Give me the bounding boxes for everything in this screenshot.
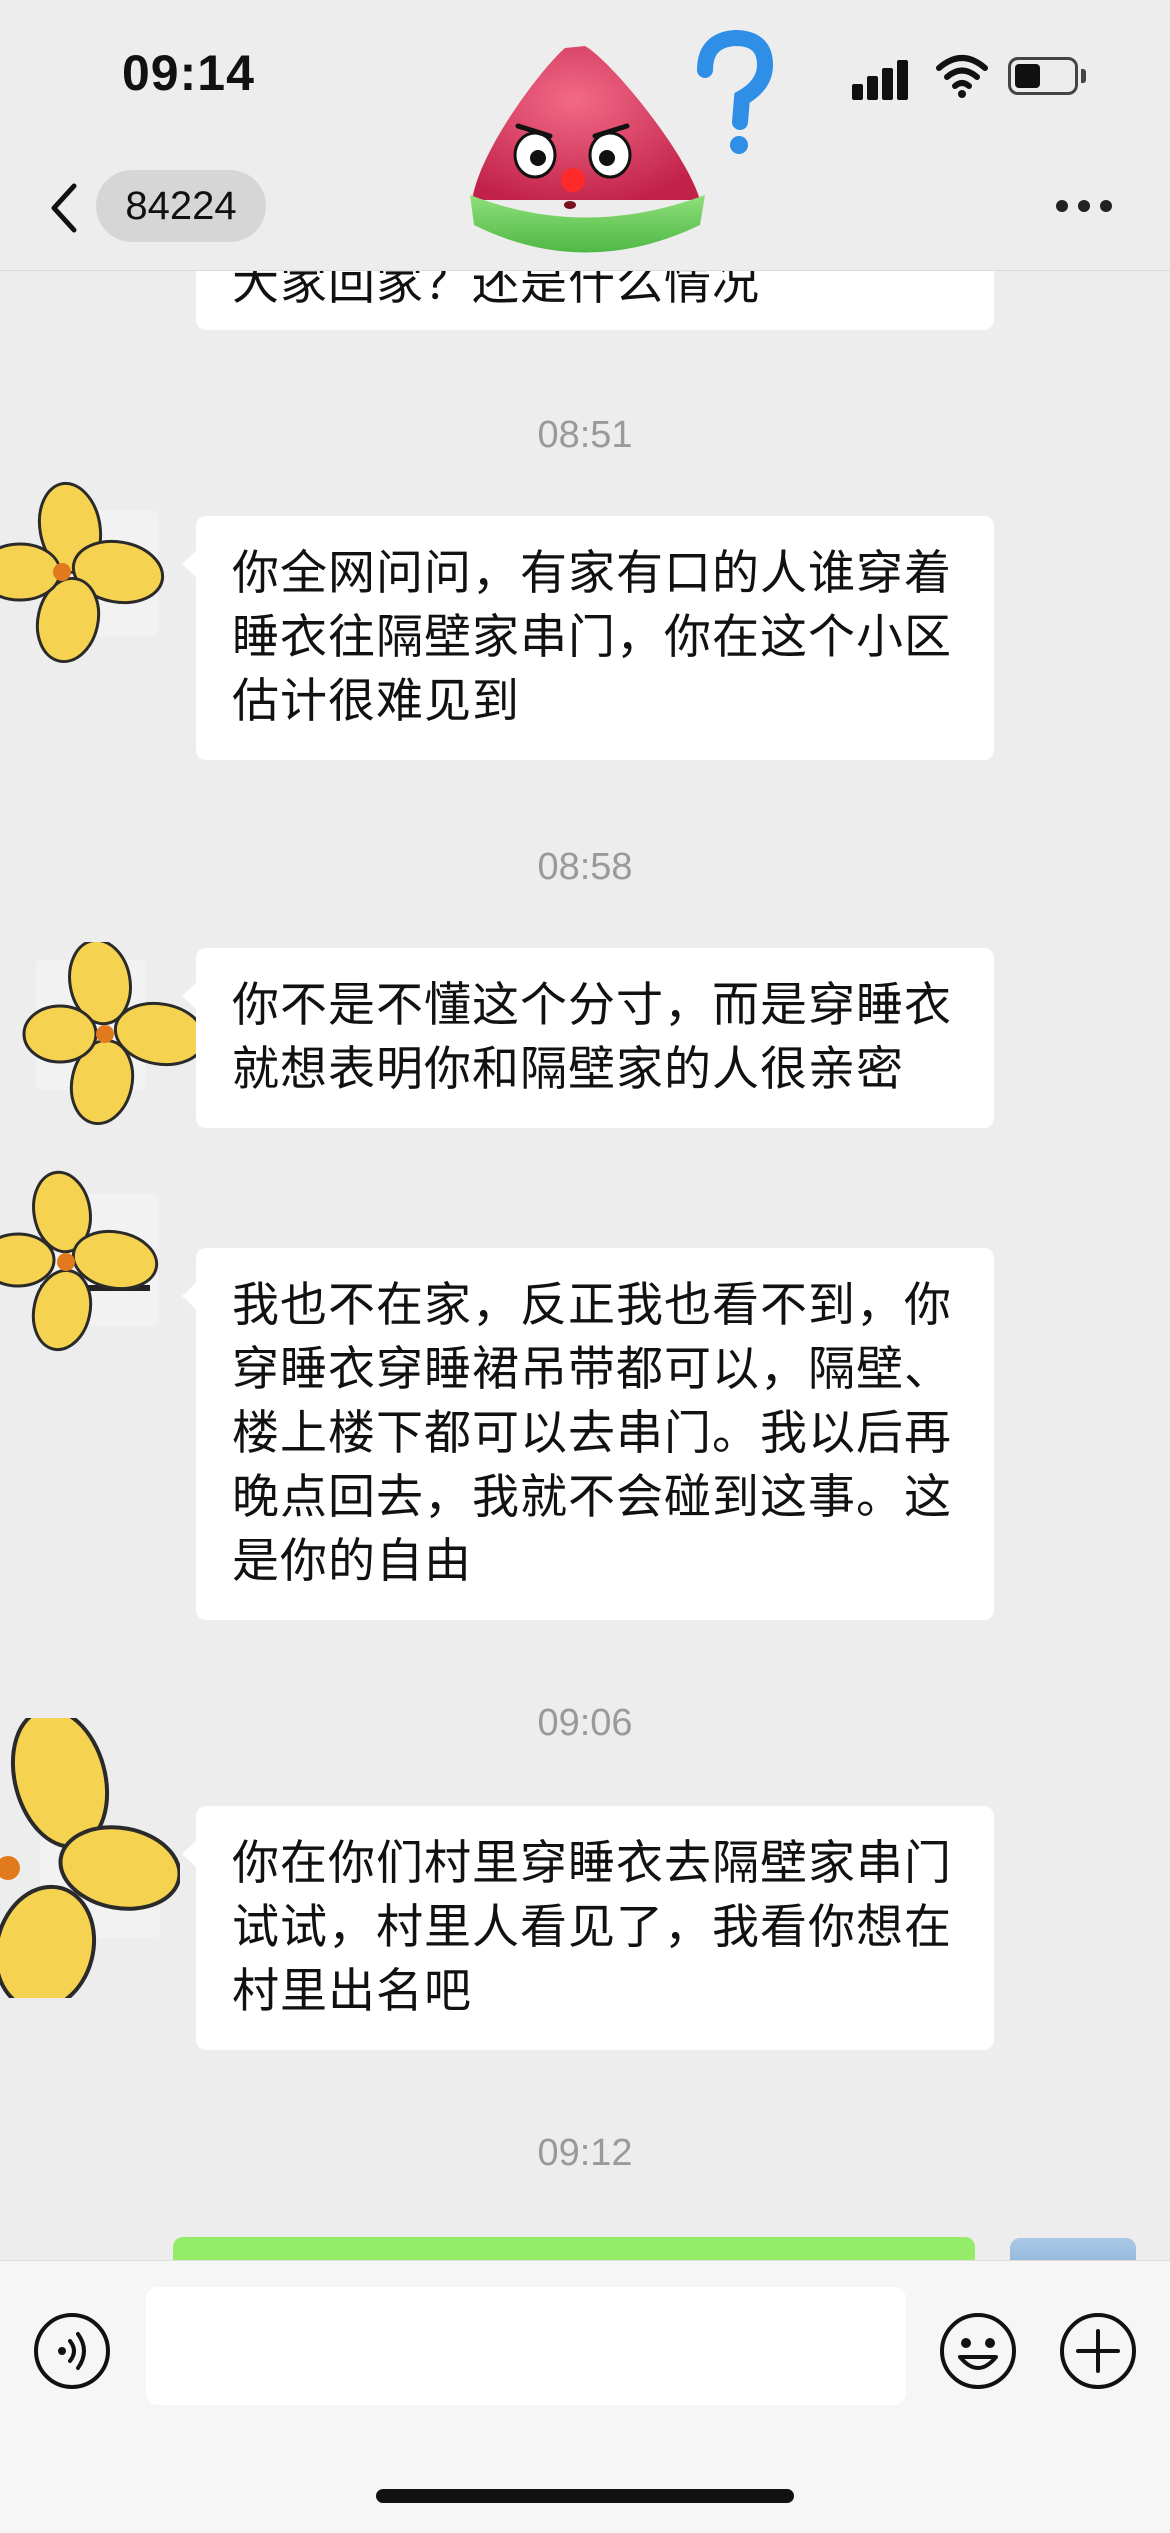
- message-bubble-received[interactable]: 你不是不懂这个分寸，而是穿睡衣就想表明你和隔壁家的人很亲密: [182, 948, 994, 1128]
- more-dots-icon[interactable]: [1056, 200, 1116, 216]
- message-text: 你在你们村里穿睡衣去隔壁家串门试试，村里人看见了，我看你想在村里出名吧: [232, 1836, 952, 2019]
- home-indicator[interactable]: [376, 2489, 794, 2503]
- status-time: 09:14: [122, 45, 255, 101]
- voice-icon[interactable]: [32, 2311, 112, 2391]
- message-timestamp: 08:58: [537, 846, 633, 888]
- message-timestamp: 09:12: [537, 2132, 633, 2174]
- battery-nub: [1081, 69, 1086, 83]
- battery-icon: [1008, 57, 1078, 95]
- signal-icon: [852, 58, 910, 100]
- chevron-left-icon[interactable]: [44, 178, 84, 238]
- chat-title: 84224: [125, 184, 237, 228]
- avatar[interactable]: [0, 1170, 170, 1370]
- my-avatar[interactable]: [1010, 2238, 1136, 2260]
- plus-icon[interactable]: [1058, 2311, 1138, 2391]
- message-bubble-received[interactable]: 我也不在家，反正我也看不到，你穿睡衣穿睡裙吊带都可以，隔壁、楼上楼下都可以去串门…: [182, 1248, 994, 1620]
- message-text: 我也不在家，反正我也看不到，你穿睡衣穿睡裙吊带都可以，隔壁、楼上楼下都可以去串门…: [232, 1278, 952, 1589]
- message-bubble-received[interactable]: 你在你们村里穿睡衣去隔壁家串门试试，村里人看见了，我看你想在村里出名吧: [182, 1806, 994, 2050]
- message-text: 你全网问问，有家有口的人谁穿着睡衣往隔壁家串门，你在这个小区估计很难见到: [232, 546, 952, 729]
- message-input[interactable]: [146, 2287, 906, 2405]
- message-input-bar: [0, 2260, 1170, 2533]
- avatar[interactable]: [20, 942, 210, 1142]
- avatar[interactable]: [0, 480, 170, 680]
- message-timestamp: 08:51: [537, 414, 633, 456]
- message-bubble-sent[interactable]: [173, 2237, 975, 2260]
- wifi-icon: [936, 55, 988, 98]
- watermelon-sticker: [470, 30, 774, 253]
- emoji-icon[interactable]: [938, 2311, 1018, 2391]
- message-bubble-received[interactable]: 你全网问问，有家有口的人谁穿着睡衣往隔壁家串门，你在这个小区估计很难见到: [182, 516, 994, 760]
- chat-message-list[interactable]: 大家回家？还是什么情况 08:51 你全网问问，有家有口的人谁穿着睡衣往隔壁家串…: [0, 270, 1170, 2260]
- message-text: 你不是不懂这个分寸，而是穿睡衣就想表明你和隔壁家的人很亲密: [232, 978, 952, 1097]
- avatar[interactable]: [0, 1718, 180, 1998]
- chat-title-pill[interactable]: 84224: [96, 170, 266, 242]
